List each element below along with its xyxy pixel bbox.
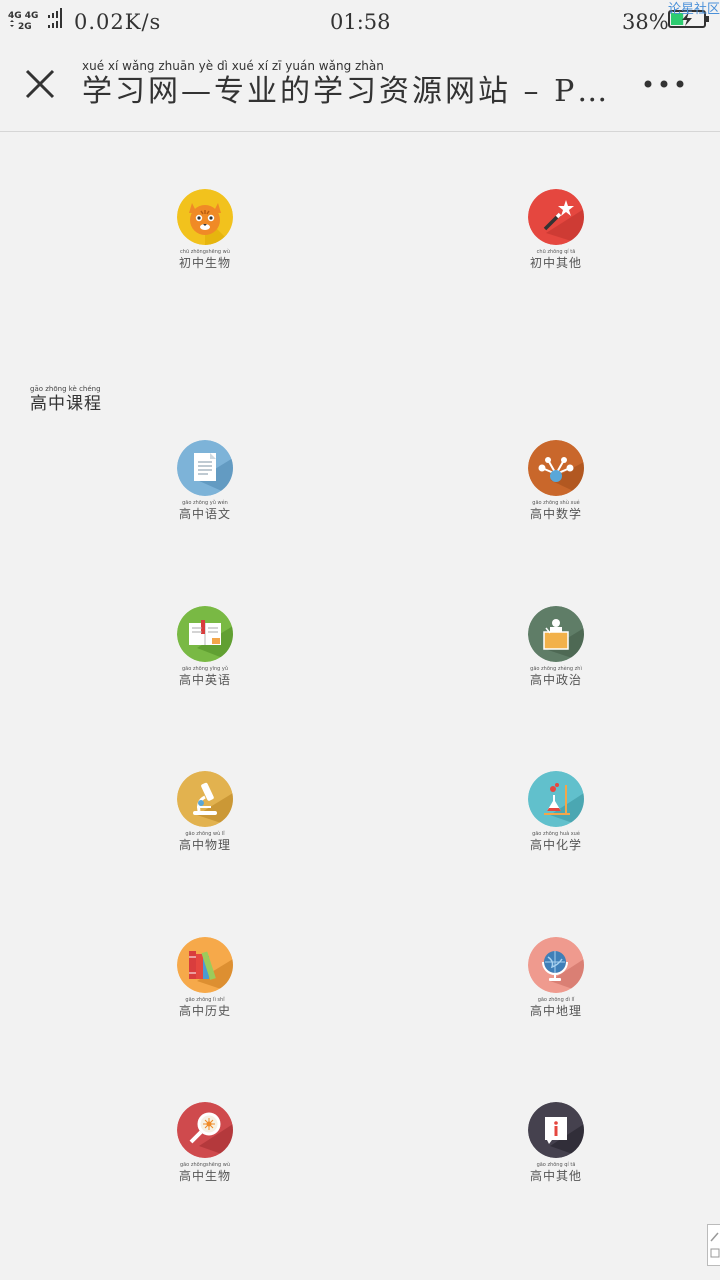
course-label-text: 高中化学 xyxy=(529,838,582,852)
microscope-icon xyxy=(177,771,233,827)
clock: 01:58 xyxy=(330,10,391,34)
more-icon xyxy=(644,80,684,88)
course-label-pinyin: gāo zhōng yǔ wén xyxy=(182,500,228,506)
course-label-text: 高中物理 xyxy=(178,838,231,852)
course-label: gāo zhōng zhèng zhì 高中政治 xyxy=(496,666,616,687)
course-label-text: 高中数学 xyxy=(529,507,582,521)
course-label: gāo zhōngshēng wù 高中生物 xyxy=(145,1162,265,1183)
section-heading-text: 高中课程 xyxy=(30,394,102,414)
close-button[interactable] xyxy=(18,62,62,106)
course-label-pinyin: gāo zhōng zhèng zhì xyxy=(530,666,582,672)
course-label-pinyin: gāo zhōng wù lǐ xyxy=(185,831,225,837)
podium-icon xyxy=(528,606,584,662)
flask-icon xyxy=(528,771,584,827)
info-book-icon xyxy=(528,1102,584,1158)
section-heading: gāo zhōng kè chéng 高中课程 xyxy=(30,384,102,414)
course-label: gāo zhōng qí tā 高中其他 xyxy=(496,1162,616,1183)
magic-wand-icon xyxy=(528,189,584,245)
section-heading-pinyin: gāo zhōng kè chéng xyxy=(30,385,101,393)
course-item-senior-physics[interactable]: gāo zhōng wù lǐ 高中物理 xyxy=(145,771,265,871)
course-item-senior-geography[interactable]: gāo zhōng dì lǐ 高中地理 xyxy=(496,937,616,1037)
course-item-junior-biology[interactable]: chū zhōngshēng wù 初中生物 xyxy=(145,189,265,289)
course-label-pinyin: gāo zhōng dì lǐ xyxy=(537,997,575,1003)
course-label: gāo zhōng yǔ wén 高中语文 xyxy=(145,500,265,521)
chevron-up-icon xyxy=(710,1232,720,1258)
molecule-icon xyxy=(528,440,584,496)
course-label-pinyin: gāo zhōng qí tā xyxy=(536,1162,576,1168)
course-item-senior-english[interactable]: gāo zhōng yīng yǔ 高中英语 xyxy=(145,606,265,706)
document-icon xyxy=(177,440,233,496)
course-label: gāo zhōng dì lǐ 高中地理 xyxy=(496,997,616,1018)
back-to-top-button[interactable] xyxy=(707,1224,720,1266)
page-title: xué xí wǎng zhuān yè dì xué xí zī yuán w… xyxy=(82,58,622,118)
course-label: gāo zhōng wù lǐ 高中物理 xyxy=(145,831,265,852)
course-item-junior-other[interactable]: chū zhōng qí tā 初中其他 xyxy=(496,189,616,289)
course-label-text: 初中生物 xyxy=(178,256,231,270)
course-item-senior-politics[interactable]: gāo zhōng zhèng zhì 高中政治 xyxy=(496,606,616,706)
book-icon xyxy=(177,606,233,662)
course-label-pinyin: gāo zhōng yīng yǔ xyxy=(181,666,229,672)
network-speed: 0.02K/s xyxy=(74,10,162,34)
course-label-pinyin: gāo zhōng huà xué xyxy=(532,831,580,837)
page-title-text: 学习网—专业的学习资源网站 – P… xyxy=(82,74,611,109)
network-top-text: 4G 4G xyxy=(8,11,38,21)
course-label: chū zhōng qí tā 初中其他 xyxy=(496,249,616,270)
signal-icon: 4G 4G 2G xyxy=(8,8,62,32)
course-item-senior-biology[interactable]: gāo zhōngshēng wù 高中生物 xyxy=(145,1102,265,1202)
page-title-pinyin: xué xí wǎng zhuān yè dì xué xí zī yuán w… xyxy=(82,59,384,73)
status-bar: 4G 4G 2G 0.02K/s 01:58 38% 论星社区 xyxy=(0,0,720,44)
course-label-text: 高中历史 xyxy=(178,1004,231,1018)
course-item-senior-chemistry[interactable]: gāo zhōng huà xué 高中化学 xyxy=(496,771,616,871)
course-label: gāo zhōng lì shǐ 高中历史 xyxy=(145,997,265,1018)
battery-percent: 38% xyxy=(622,10,669,34)
course-item-senior-history[interactable]: gāo zhōng lì shǐ 高中历史 xyxy=(145,937,265,1037)
magnifier-icon xyxy=(177,1102,233,1158)
course-item-senior-other[interactable]: gāo zhōng qí tā 高中其他 xyxy=(496,1102,616,1202)
course-label-pinyin: gāo zhōngshēng wù xyxy=(179,1162,231,1168)
course-label-pinyin: gāo zhōng shù xué xyxy=(532,500,580,506)
course-label-text: 高中生物 xyxy=(178,1169,231,1183)
close-icon xyxy=(25,69,55,99)
course-label-pinyin: gāo zhōng lì shǐ xyxy=(185,997,225,1003)
course-label-pinyin: chū zhōngshēng wù xyxy=(180,249,230,255)
course-item-senior-math[interactable]: gāo zhōng shù xué 高中数学 xyxy=(496,440,616,540)
course-label-text: 高中英语 xyxy=(178,673,231,687)
course-label: gāo zhōng huà xué 高中化学 xyxy=(496,831,616,852)
course-item-senior-chinese[interactable]: gāo zhōng yǔ wén 高中语文 xyxy=(145,440,265,540)
course-label-text: 高中其他 xyxy=(529,1169,582,1183)
course-label: chū zhōngshēng wù 初中生物 xyxy=(145,249,265,270)
course-label: gāo zhōng yīng yǔ 高中英语 xyxy=(145,666,265,687)
course-label-text: 高中地理 xyxy=(529,1004,582,1018)
network-bottom-text: 2G xyxy=(18,22,32,32)
more-button[interactable] xyxy=(640,70,688,98)
course-label-text: 初中其他 xyxy=(529,256,582,270)
course-label-text: 高中语文 xyxy=(178,507,231,521)
cat-icon xyxy=(177,189,233,245)
header-bar: xué xí wǎng zhuān yè dì xué xí zī yuán w… xyxy=(0,44,720,132)
course-label-text: 高中政治 xyxy=(529,673,582,687)
books-icon xyxy=(177,937,233,993)
globe-icon xyxy=(528,937,584,993)
corner-watermark: 论星社区 xyxy=(668,2,720,17)
course-label-pinyin: chū zhōng qí tā xyxy=(536,249,576,255)
course-label: gāo zhōng shù xué 高中数学 xyxy=(496,500,616,521)
